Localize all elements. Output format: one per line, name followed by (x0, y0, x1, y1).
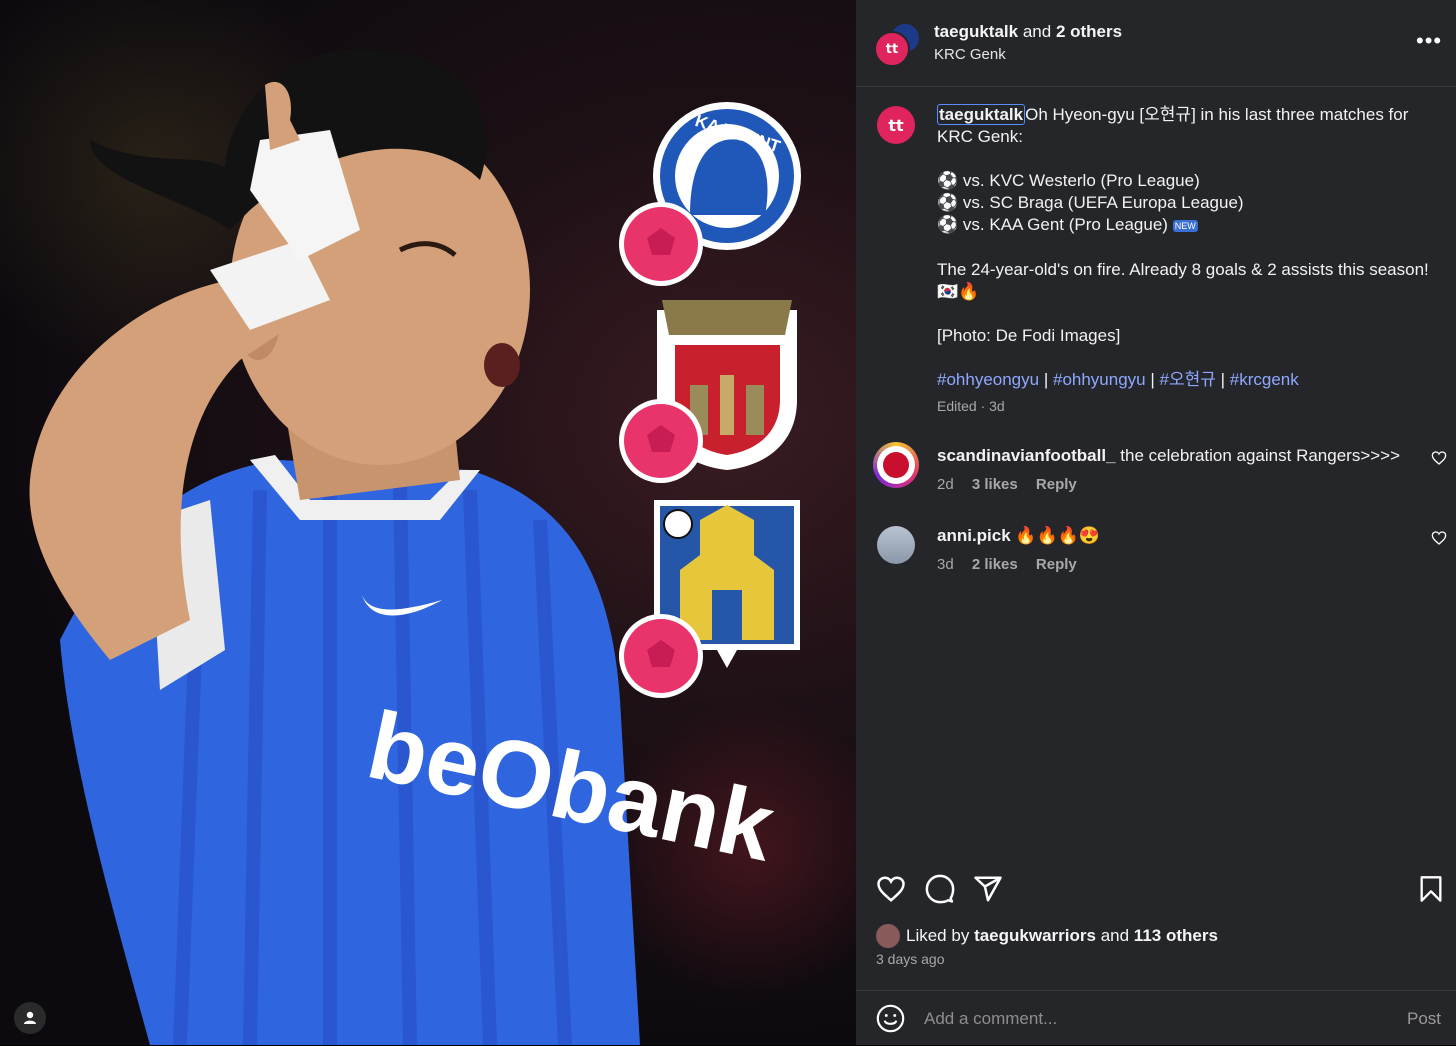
hashtag-link[interactable]: #ohhyungyu (1053, 370, 1146, 389)
post-caption: taeguktalk Oh Hyeon-gyu [오현규] in his last… (937, 104, 1437, 417)
soccer-ball-icon: ⚽ (937, 193, 959, 212)
post-button[interactable]: Post (1407, 1009, 1441, 1029)
ball-icon (619, 202, 703, 286)
commenter-avatar[interactable] (877, 526, 915, 564)
ball-icon (619, 399, 703, 483)
soccer-ball-icon: ⚽ (937, 215, 959, 234)
location-link[interactable]: KRC Genk (934, 46, 1006, 63)
ball-icon (619, 614, 703, 698)
match-line: ⚽ vs. SC Braga (UEFA Europa League) (937, 193, 1244, 212)
action-bar (856, 870, 1456, 910)
share-icon[interactable] (973, 874, 1003, 904)
like-icon[interactable] (876, 874, 906, 904)
more-options-icon[interactable]: ••• (1416, 30, 1442, 52)
liker-link[interactable]: taegukwarriors (974, 926, 1096, 946)
match-line: ⚽ vs. KVC Westerlo (Pro League) (937, 171, 1200, 190)
emoji-icon[interactable] (876, 1004, 905, 1033)
hashtags: #ohhyeongyu | #ohhyungyu | #오현규 | #krcge… (937, 369, 1299, 389)
comment-input[interactable]: Add a comment... (924, 1009, 1057, 1029)
comment-age: 2d (937, 476, 954, 493)
post-header: tt taeguktalk and 2 others KRC Genk ••• (856, 0, 1456, 87)
author-link[interactable]: taeguktalk (934, 22, 1018, 41)
comment-username[interactable]: scandinavianfootball_ (937, 446, 1116, 465)
user-icon (24, 1011, 36, 1024)
soccer-ball-icon: ⚽ (937, 171, 959, 190)
reply-button[interactable]: Reply (1036, 556, 1077, 573)
match-line: ⚽ vs. KAA Gent (Pro League) NEW (937, 215, 1198, 234)
photo-credit: [Photo: De Fodi Images] (937, 325, 1121, 345)
liked-by: Liked by taegukwarriors and 113 others (876, 924, 1218, 948)
bookmark-icon[interactable] (1418, 875, 1444, 903)
tagged-users-button[interactable] (14, 1002, 46, 1034)
hashtag-link[interactable]: #ohhyeongyu (937, 370, 1039, 389)
comment-composer: Add a comment... Post (856, 990, 1456, 1046)
edited-meta: Edited · 3d (937, 397, 1005, 414)
post-authors: taeguktalk and 2 others (934, 22, 1123, 41)
likes-count-link[interactable]: 113 others (1134, 926, 1218, 946)
comment-username[interactable]: anni.pick (937, 526, 1011, 545)
comment-age: 3d (937, 556, 954, 573)
liker-avatar[interactable] (876, 924, 900, 948)
comment-likes[interactable]: 2 likes (972, 556, 1018, 573)
comment-text: the celebration against Rangers>>>> (1120, 446, 1401, 465)
comment-like-icon[interactable] (1431, 530, 1447, 546)
reply-button[interactable]: Reply (1036, 476, 1077, 493)
post-age: 3 days ago (876, 951, 945, 967)
comment-icon[interactable] (925, 874, 955, 904)
new-badge: NEW (1172, 219, 1198, 232)
stats-line: The 24-year-old's on fire. Already 8 goa… (937, 259, 1429, 301)
commenter-avatar[interactable] (873, 442, 919, 488)
post-panel: tt taeguktalk and 2 others KRC Genk ••• … (856, 0, 1456, 1045)
post-image[interactable]: beObank KAA GENT (0, 0, 856, 1045)
caption-avatar[interactable]: tt (877, 106, 915, 144)
comment-like-icon[interactable] (1431, 450, 1447, 466)
hashtag-link[interactable]: #오현규 (1160, 370, 1216, 389)
hashtag-link[interactable]: #krcgenk (1230, 370, 1299, 389)
author-avatar[interactable]: tt (874, 31, 910, 67)
comment-text: 🔥🔥🔥😍 (1015, 526, 1101, 545)
comment-likes[interactable]: 3 likes (972, 476, 1018, 493)
match-badges: KAA GENT (619, 102, 801, 698)
others-link[interactable]: 2 others (1056, 22, 1122, 41)
caption-username[interactable]: taeguktalk (937, 104, 1026, 125)
